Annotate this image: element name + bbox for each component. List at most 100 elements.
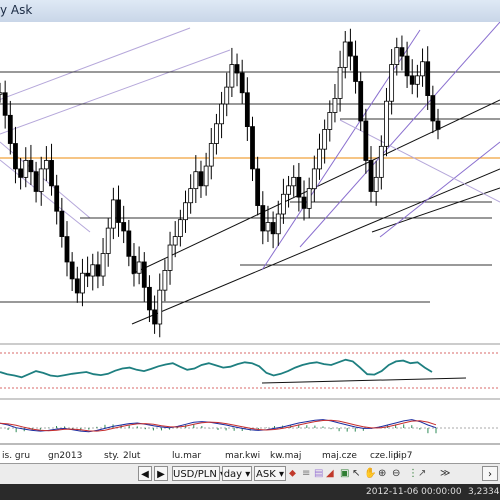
candle-body[interactable] bbox=[342, 41, 348, 68]
candle-body[interactable] bbox=[301, 196, 307, 209]
candle-body[interactable] bbox=[100, 253, 106, 277]
price-type-selector[interactable]: ASK ▾ bbox=[254, 466, 286, 481]
candle-body[interactable] bbox=[28, 160, 34, 173]
timeframe-selector[interactable]: day ▾ bbox=[222, 466, 252, 481]
cursor-icon[interactable]: ↖ bbox=[352, 466, 360, 481]
candle-body[interactable] bbox=[311, 168, 317, 190]
candle-body[interactable] bbox=[260, 205, 266, 232]
candle-body[interactable] bbox=[306, 188, 312, 209]
candle-body[interactable] bbox=[126, 230, 132, 257]
candle-body[interactable] bbox=[389, 64, 395, 102]
candle-body[interactable] bbox=[0, 92, 3, 95]
title-bar[interactable]: y Ask bbox=[0, 0, 500, 23]
candle-body[interactable] bbox=[147, 286, 152, 311]
more-icon[interactable]: ≫ bbox=[440, 466, 450, 481]
bar-chart-icon[interactable]: ▤ bbox=[314, 466, 323, 481]
candle-body[interactable] bbox=[95, 264, 101, 277]
candle-body[interactable] bbox=[420, 61, 425, 77]
candle-body[interactable] bbox=[2, 92, 8, 116]
candle-body[interactable] bbox=[384, 100, 389, 147]
candle-body[interactable] bbox=[162, 270, 168, 291]
candle-body[interactable] bbox=[373, 176, 379, 192]
candle-body[interactable] bbox=[116, 199, 121, 223]
candle-body[interactable] bbox=[281, 193, 286, 215]
candle-body[interactable] bbox=[43, 160, 49, 170]
candle-body[interactable] bbox=[203, 165, 209, 187]
candle-body[interactable] bbox=[64, 236, 70, 263]
candle-body[interactable] bbox=[435, 120, 441, 130]
rsi-line[interactable] bbox=[0, 358, 433, 379]
candle-body[interactable] bbox=[193, 171, 199, 190]
trend-line-black-3[interactable] bbox=[371, 187, 500, 233]
chart-area[interactable]: is. gru gn2013 sty. 2lut lu.mar mar.kwi … bbox=[0, 21, 500, 463]
candle-body[interactable] bbox=[141, 261, 147, 288]
candle-body[interactable] bbox=[332, 98, 338, 113]
candle-body[interactable] bbox=[121, 222, 127, 232]
candle-body[interactable] bbox=[409, 75, 415, 85]
candle-body[interactable] bbox=[224, 86, 230, 105]
candle-body[interactable] bbox=[18, 168, 24, 178]
candle-body[interactable] bbox=[265, 222, 271, 232]
candle-body[interactable] bbox=[219, 103, 224, 125]
channel-line-upper-2[interactable] bbox=[0, 49, 231, 135]
candle-body[interactable] bbox=[69, 261, 75, 280]
symbol-selector[interactable]: USD/PLN ▾ bbox=[172, 466, 225, 481]
candle-body[interactable] bbox=[54, 185, 60, 212]
candle-body[interactable] bbox=[152, 309, 157, 325]
candle-body[interactable] bbox=[353, 55, 358, 82]
chevron-right-icon[interactable]: › bbox=[482, 466, 498, 481]
candle-icon[interactable]: ⬥ bbox=[289, 466, 296, 481]
candle-body[interactable] bbox=[347, 41, 353, 57]
candle-body[interactable] bbox=[317, 148, 322, 170]
candle-body[interactable] bbox=[234, 64, 240, 74]
candle-body[interactable] bbox=[59, 210, 65, 237]
candle-body[interactable] bbox=[183, 202, 188, 221]
candle-body[interactable] bbox=[404, 55, 410, 77]
candle-body[interactable] bbox=[250, 126, 255, 170]
rsi-trend-line[interactable] bbox=[261, 377, 467, 384]
dots-icon[interactable]: ⋮ bbox=[408, 466, 418, 481]
candle-body[interactable] bbox=[131, 255, 137, 274]
candle-body[interactable] bbox=[74, 278, 80, 294]
channel-line-upper-1[interactable] bbox=[0, 27, 191, 107]
candle-body[interactable] bbox=[214, 123, 219, 144]
candle-body[interactable] bbox=[23, 160, 29, 178]
candle-body[interactable] bbox=[358, 81, 364, 122]
candle-body[interactable] bbox=[110, 199, 116, 229]
candle-body[interactable] bbox=[244, 92, 250, 128]
candle-body[interactable] bbox=[157, 289, 163, 325]
candle-body[interactable] bbox=[229, 64, 235, 88]
candle-body[interactable] bbox=[172, 236, 178, 246]
candle-body[interactable] bbox=[327, 112, 333, 130]
candle-body[interactable] bbox=[208, 143, 214, 167]
candle-body[interactable] bbox=[49, 160, 54, 187]
candle-body[interactable] bbox=[7, 114, 13, 144]
candle-body[interactable] bbox=[105, 227, 111, 254]
candle-body[interactable] bbox=[378, 145, 384, 178]
candle-body[interactable] bbox=[167, 244, 173, 271]
channel-line-lower-1[interactable] bbox=[0, 159, 91, 233]
price-chart[interactable]: is. gru gn2013 sty. 2lut lu.mar mar.kwi … bbox=[0, 21, 500, 463]
candle-body[interactable] bbox=[399, 47, 405, 57]
pitchfork-line-3[interactable] bbox=[379, 141, 500, 238]
candle-body[interactable] bbox=[286, 185, 291, 195]
candle-body[interactable] bbox=[368, 160, 374, 192]
candle-body[interactable] bbox=[136, 261, 142, 274]
candle-body[interactable] bbox=[188, 188, 194, 204]
candle-body[interactable] bbox=[90, 264, 96, 277]
candle-body[interactable] bbox=[33, 171, 39, 192]
chart-type-icon[interactable]: ≡ bbox=[302, 466, 310, 481]
candle-body[interactable] bbox=[394, 47, 400, 65]
candle-body[interactable] bbox=[38, 168, 44, 192]
drawing-icon[interactable]: ◢ bbox=[326, 466, 334, 481]
triangle-left-icon[interactable]: ◀ bbox=[138, 466, 152, 481]
zoom-in-icon[interactable]: ⊕ bbox=[378, 466, 386, 481]
candle-body[interactable] bbox=[239, 72, 245, 94]
candle-body[interactable] bbox=[270, 222, 276, 235]
add-icon[interactable]: ▣ bbox=[340, 466, 349, 481]
candle-body[interactable] bbox=[296, 176, 302, 198]
hand-icon[interactable]: ✋ bbox=[364, 466, 376, 481]
candle-body[interactable] bbox=[80, 272, 85, 294]
candle-body[interactable] bbox=[430, 95, 436, 122]
trend-line-black-1[interactable] bbox=[131, 168, 500, 325]
